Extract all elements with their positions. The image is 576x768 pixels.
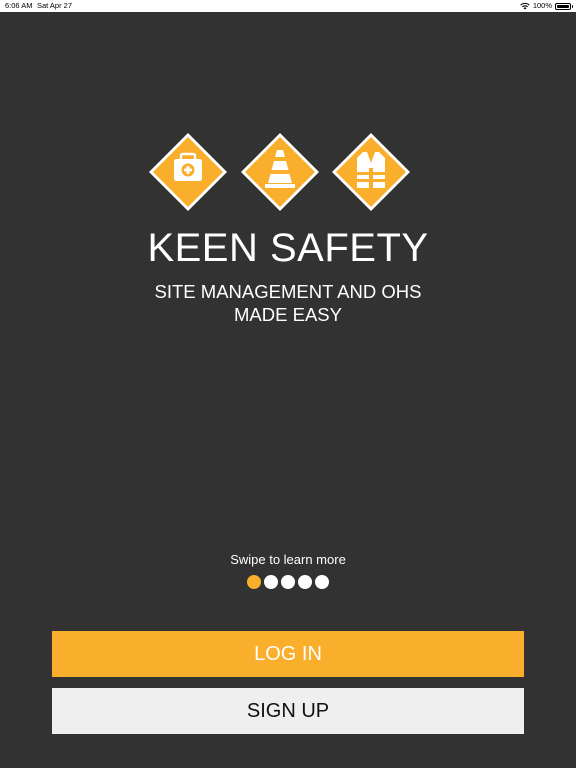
page-dot-4[interactable] <box>298 575 312 589</box>
page-dot-1[interactable] <box>247 575 261 589</box>
login-button[interactable]: LOG IN <box>52 631 524 677</box>
first-aid-kit-icon <box>149 133 227 211</box>
wifi-icon <box>520 2 530 10</box>
tagline-line-1: SITE MANAGEMENT AND OHS <box>154 281 422 302</box>
status-bar: 6:06 AM Sat Apr 27 100% <box>0 0 576 12</box>
page-dot-3[interactable] <box>281 575 295 589</box>
logo-icons <box>148 132 428 212</box>
page-indicator[interactable] <box>247 575 329 589</box>
status-time: 6:06 AM <box>5 1 33 10</box>
app-title: KEEN SAFETY <box>147 226 429 270</box>
page-dot-5[interactable] <box>315 575 329 589</box>
battery-percent: 100% <box>532 1 552 10</box>
traffic-cone-icon <box>241 133 319 211</box>
swipe-hint: Swipe to learn more <box>230 552 346 567</box>
status-indicators: 100% <box>520 0 573 12</box>
tagline-line-2: MADE EASY <box>234 304 342 325</box>
tagline: SITE MANAGEMENT AND OHS MADE EASY <box>0 280 576 326</box>
page-dot-2[interactable] <box>264 575 278 589</box>
battery-icon <box>555 2 573 10</box>
signup-button[interactable]: SIGN UP <box>52 688 524 734</box>
status-date: Sat Apr 27 <box>37 1 73 10</box>
safety-vest-icon <box>332 133 410 211</box>
